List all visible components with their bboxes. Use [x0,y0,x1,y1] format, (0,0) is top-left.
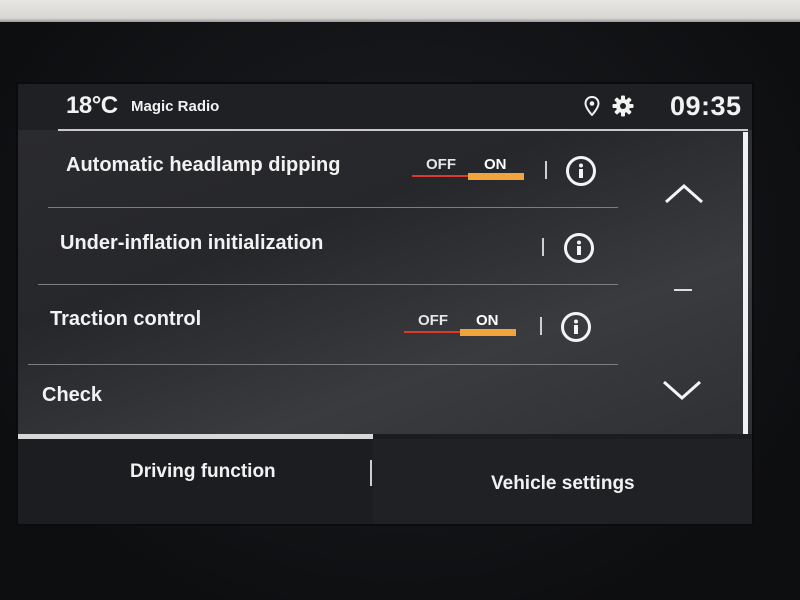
setting-label-headlamp-dipping[interactable]: Automatic headlamp dipping [66,154,340,177]
location-icon[interactable] [584,95,600,117]
row-separator [545,161,547,179]
toggle-off-label: OFF [426,156,456,173]
toggle-off-label: OFF [418,312,448,329]
audio-source[interactable]: Magic Radio [131,98,219,115]
chevron-down-icon[interactable] [660,376,704,406]
info-icon[interactable] [564,233,594,263]
tab-driving-function[interactable]: Driving function [18,439,373,524]
row-divider [38,284,618,285]
outside-temperature: 18°C [66,92,118,119]
toggle-on-label: ON [476,312,499,329]
scrollbar[interactable] [743,132,748,456]
status-bar-divider [58,129,748,131]
tab-label: Vehicle settings [491,473,635,494]
info-icon[interactable] [566,156,596,186]
headlamp-dipping-toggle[interactable]: OFF ON [412,156,532,184]
chevron-up-icon[interactable] [662,178,706,208]
status-bar: 18°C Magic Radio 09:35 [18,84,752,130]
row-separator [542,238,544,256]
scroll-position-indicator [674,289,692,291]
row-divider [28,364,618,365]
toggle-on-indicator [468,173,524,180]
toggle-on-label: ON [484,156,507,173]
tab-separator [370,460,372,486]
traction-control-toggle[interactable]: OFF ON [404,312,524,340]
infotainment-screen: 18°C Magic Radio 09:35 Automatic headlam… [18,84,752,524]
clock: 09:35 [670,91,742,121]
row-separator [540,317,542,335]
row-divider [48,207,618,208]
info-icon[interactable] [561,312,591,342]
tab-label: Driving function [130,461,276,482]
setting-label-under-inflation[interactable]: Under-inflation initialization [60,232,323,255]
gear-icon[interactable] [612,95,634,117]
setting-label-check[interactable]: Check [42,384,102,407]
tab-vehicle-settings[interactable]: Vehicle settings [373,439,752,524]
setting-label-traction-control[interactable]: Traction control [50,308,201,331]
toggle-on-indicator [460,329,516,336]
